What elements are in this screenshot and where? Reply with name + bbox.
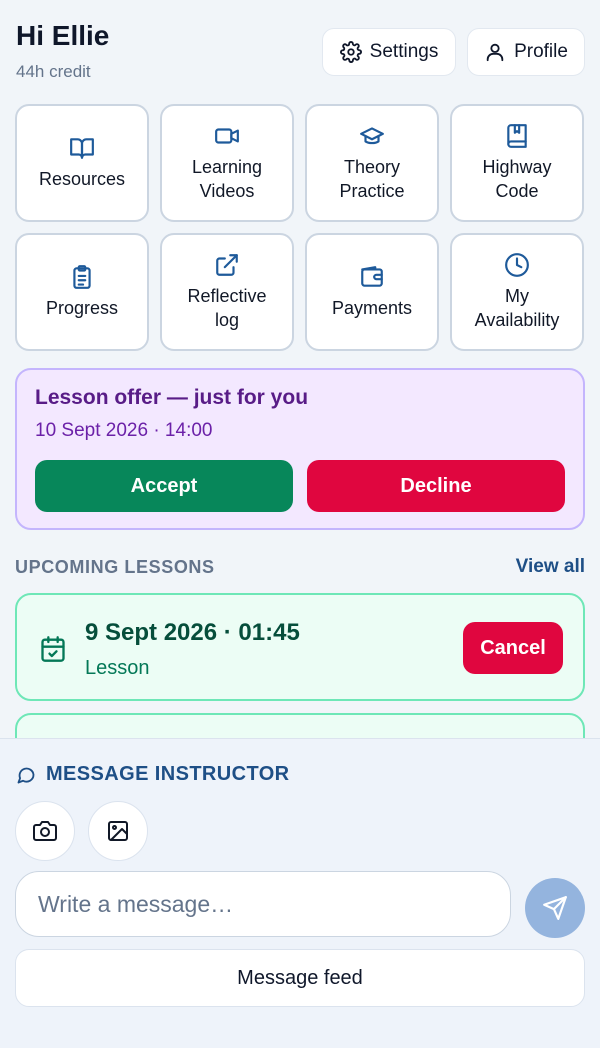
tile-resources[interactable]: Resources [15,104,149,222]
profile-button[interactable]: Profile [467,28,585,76]
header: Hi Ellie 44h credit Settings Profile [16,20,585,90]
tile-my-availability[interactable]: My Availability [450,233,584,351]
message-composer: MESSAGE INSTRUCTOR Message feed [0,738,600,1048]
accept-button[interactable]: Accept [35,460,293,512]
tile-label: Progress [45,298,119,318]
book-bookmark-icon [507,124,527,148]
message-input[interactable] [15,871,511,937]
tile-label: Reflective log [187,286,267,330]
tile-learning-videos[interactable]: Learning Videos [160,104,294,222]
cancel-lesson-button[interactable]: Cancel [463,622,563,674]
settings-button[interactable]: Settings [322,28,456,76]
tile-highway-code[interactable]: Highway Code [450,104,584,222]
calendar-check-icon [41,636,65,662]
book-open-icon [70,138,94,159]
image-icon [108,821,128,841]
image-upload-button[interactable] [88,801,148,861]
video-camera-icon [215,128,239,144]
lesson-offer-card: Lesson offer — just for you 10 Sept 2026… [15,368,585,530]
upcoming-lessons-header: UPCOMING LESSONS View all [15,555,585,579]
tile-label: Highway Code [482,157,552,201]
wallet-icon [361,266,383,287]
tile-progress[interactable]: Progress [15,233,149,351]
lesson-card[interactable]: 9 Sept 2026 · 01:45 Lesson Cancel [15,593,585,701]
offer-title: Lesson offer — just for you [35,386,309,409]
offer-actions: Accept Decline [35,460,565,512]
message-feed-button[interactable]: Message feed [15,949,585,1007]
send-icon [543,896,567,920]
tile-label: Payments [331,298,413,318]
quick-links-grid: Resources Learning Videos Theory Practice … [15,104,585,351]
tile-label: Theory Practice [339,157,405,201]
message-title: MESSAGE INSTRUCTOR [46,763,290,785]
camera-button[interactable] [15,801,75,861]
view-all-link[interactable]: View all [516,556,585,578]
lesson-datetime: 9 Sept 2026 · 01:45 [85,619,300,646]
tile-label: My Availability [474,286,560,330]
offer-datetime: 10 Sept 2026 · 14:00 [35,420,213,441]
tile-theory-practice[interactable]: Theory Practice [305,104,439,222]
tile-label: Resources [38,169,126,189]
tile-payments[interactable]: Payments [305,233,439,351]
send-button[interactable] [525,878,585,938]
clipboard-list-icon [73,265,91,289]
chat-bubble-icon [17,767,35,783]
profile-label: Profile [514,41,568,62]
gear-icon [339,41,362,63]
settings-label: Settings [369,41,439,62]
tile-reflective-log[interactable]: Reflective log [160,233,294,351]
decline-button[interactable]: Decline [307,460,565,512]
camera-icon [33,821,57,841]
external-link-icon [216,254,238,276]
message-header: MESSAGE INSTRUCTOR [16,763,290,786]
tile-label: Learning Videos [191,157,263,201]
lesson-type: Lesson [85,657,150,679]
user-icon [486,43,504,62]
clock-icon [505,253,529,277]
section-title: UPCOMING LESSONS [15,556,215,577]
graduation-cap-icon [360,127,384,145]
